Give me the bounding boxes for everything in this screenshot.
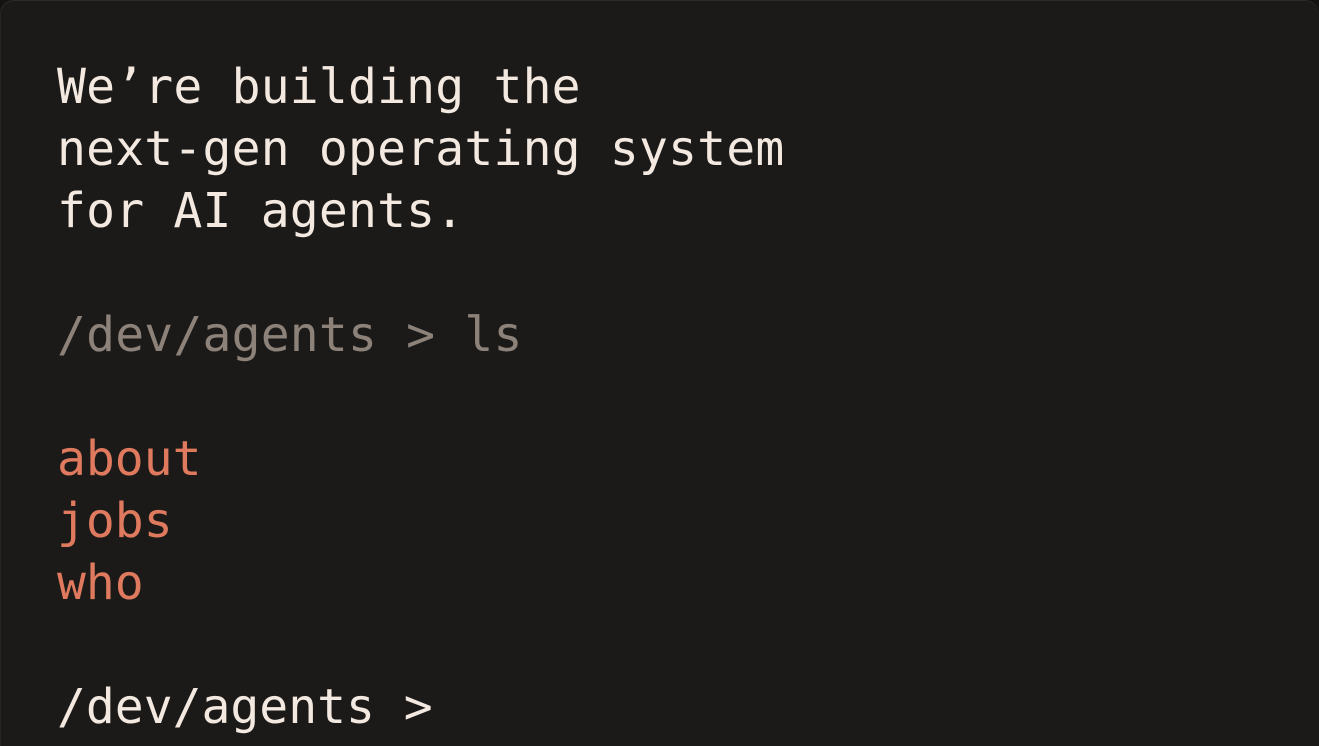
list-item: who [57,552,1279,614]
link-jobs[interactable]: jobs [57,493,173,549]
spacer-before-input-prompt [57,614,1279,676]
headline: We’re building the next-gen operating sy… [57,56,1279,242]
list-item: about [57,428,1279,490]
terminal-content: We’re building the next-gen operating sy… [57,56,1279,738]
link-about[interactable]: about [57,431,202,487]
link-who[interactable]: who [57,555,144,611]
speech-bubble-cursor-icon [447,676,511,738]
headline-line-1: We’re building the [57,59,581,115]
spacer-after-ls-prompt [57,366,1279,428]
headline-line-2: next-gen operating system [57,121,785,177]
input-prompt-label: /dev/agents > [57,679,433,735]
input-prompt-line[interactable]: /dev/agents > [57,676,1279,738]
spacer-after-headline [57,242,1279,304]
terminal-screen: We’re building the next-gen operating sy… [0,0,1319,746]
directory-listing: about jobs who [57,428,1279,614]
headline-line-3: for AI agents. [57,183,465,239]
list-item: jobs [57,490,1279,552]
ls-prompt-line: /dev/agents > ls [57,307,523,363]
